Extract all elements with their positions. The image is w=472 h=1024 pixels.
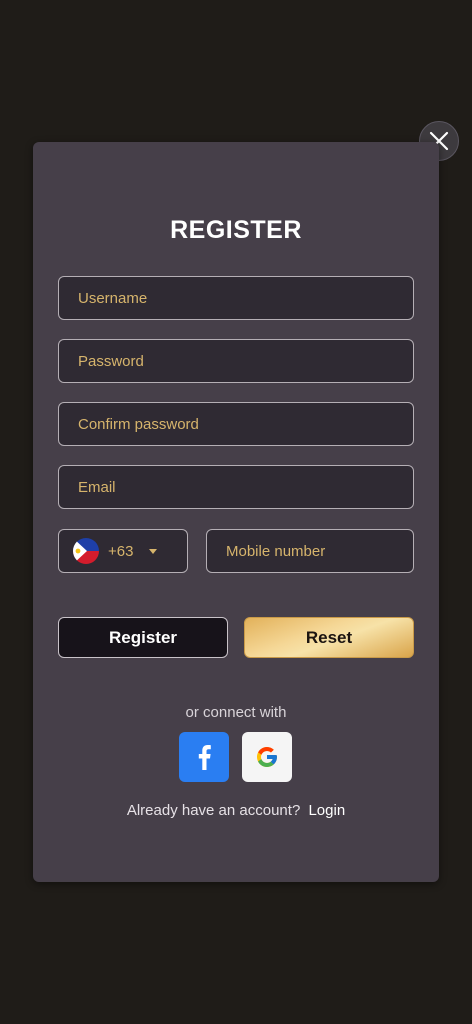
login-prompt: Already have an account? Login [33,802,439,819]
screen: REGISTER Username Password Confirm passw… [0,0,472,1024]
reset-button[interactable]: Reset [244,617,414,658]
mobile-placeholder: Mobile number [226,542,326,560]
username-field[interactable]: Username [58,276,414,320]
country-code: +63 [108,542,134,560]
philippines-flag-icon [73,538,99,564]
username-placeholder: Username [78,289,148,307]
password-field[interactable]: Password [58,339,414,383]
email-field[interactable]: Email [58,465,414,509]
facebook-login-button[interactable] [179,732,229,782]
google-icon [257,747,277,767]
connect-label: or connect with [185,704,287,721]
login-link[interactable]: Login [308,802,345,819]
confirm-password-field[interactable]: Confirm password [58,402,414,446]
mobile-number-field[interactable]: Mobile number [206,529,414,573]
page-title: REGISTER [170,216,302,244]
register-modal: REGISTER Username Password Confirm passw… [33,142,439,882]
register-button[interactable]: Register [58,617,228,658]
facebook-icon [198,745,211,770]
login-prompt-text: Already have an account? [126,802,301,819]
password-placeholder: Password [78,352,144,370]
google-login-button[interactable] [242,732,292,782]
country-code-select[interactable]: +63 [58,529,188,573]
confirm-password-placeholder: Confirm password [78,415,199,433]
email-placeholder: Email [78,478,116,496]
chevron-down-icon [149,548,158,554]
